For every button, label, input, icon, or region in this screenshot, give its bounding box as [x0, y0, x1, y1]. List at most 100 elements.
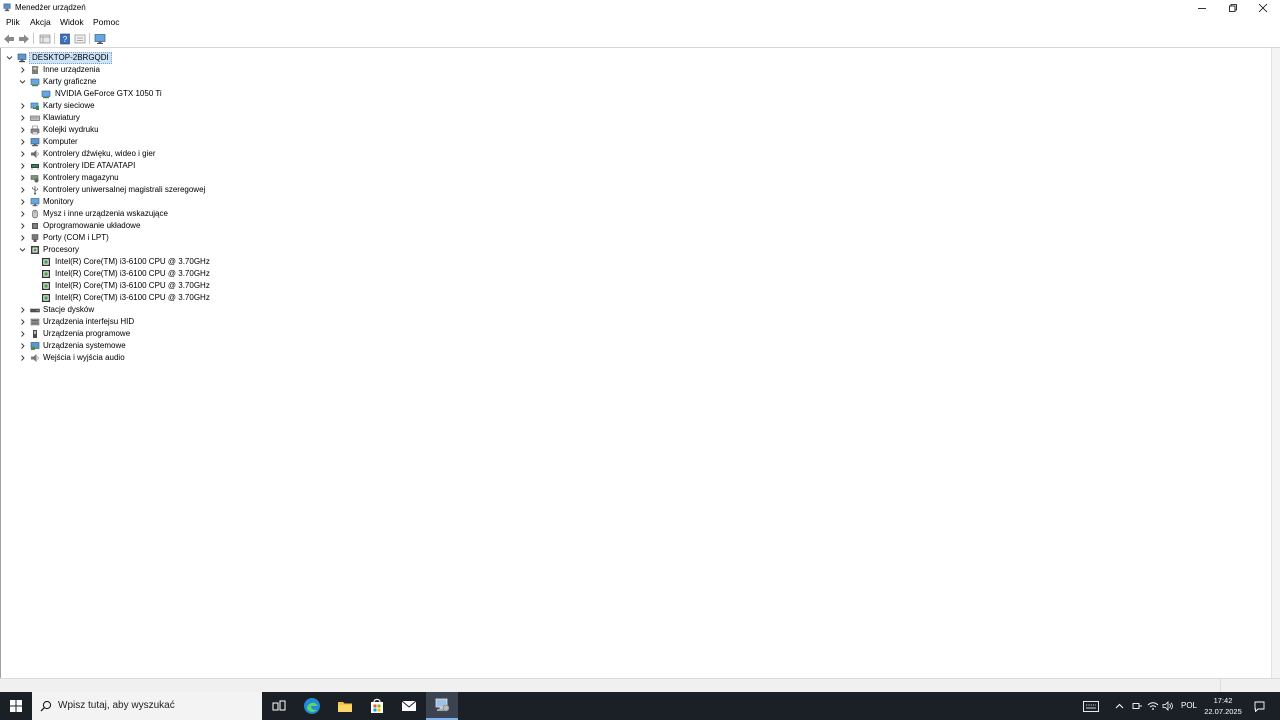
chevron-right-icon[interactable]	[18, 196, 27, 208]
tree-category-urzadzenia-systemowe[interactable]: Urządzenia systemowe	[18, 340, 278, 352]
chevron-right-icon[interactable]	[18, 340, 27, 352]
chevron-right-icon[interactable]	[18, 316, 27, 328]
tree-category-kolejki-wydruku[interactable]: Kolejki wydruku	[18, 124, 278, 136]
tree-category-wejscia-i-wyjscia-audio[interactable]: Wejścia i wyjścia audio	[18, 352, 278, 364]
arrow-left-icon	[3, 34, 14, 43]
properties-button[interactable]	[73, 32, 86, 45]
search-placeholder: Wpisz tutaj, aby wyszukać	[58, 700, 175, 711]
chevron-right-icon[interactable]	[18, 148, 27, 160]
tree-root[interactable]: DESKTOP-2BRGQDI	[5, 52, 205, 64]
keyboard-tray-icon	[1083, 700, 1099, 712]
tree-category-label: Komputer	[43, 137, 78, 146]
chevron-right-icon[interactable]	[18, 352, 27, 364]
tree-category-komputer[interactable]: Komputer	[18, 136, 278, 148]
taskbar-search-box[interactable]: Wpisz tutaj, aby wyszukać	[32, 692, 262, 720]
action-center-button[interactable]	[1250, 692, 1268, 720]
network-tray-button[interactable]	[1146, 692, 1160, 720]
menu-action[interactable]: Akcja	[30, 17, 51, 27]
tree-category-kontrolery-magazynu[interactable]: Kontrolery magazynu	[18, 172, 278, 184]
tree-category-stacje-dyskow[interactable]: Stacje dysków	[18, 304, 278, 316]
chevron-right-icon[interactable]	[18, 172, 27, 184]
tree-category-urzadzenia-interfejsu-hid[interactable]: Urządzenia interfejsu HID	[18, 316, 278, 328]
tree-category-label: Oprogramowanie układowe	[43, 221, 141, 230]
taskbar: Wpisz tutaj, aby wyszukać POL 17:42 22.0…	[0, 692, 1280, 720]
chevron-right-icon[interactable]	[18, 232, 27, 244]
tree-category-urzadzenia-programowe[interactable]: Urządzenia programowe	[18, 328, 278, 340]
task-view-button[interactable]	[264, 692, 294, 720]
menu-view[interactable]: Widok	[60, 17, 84, 27]
chevron-right-icon[interactable]	[18, 112, 27, 124]
back-button[interactable]	[2, 32, 15, 45]
chevron-right-icon[interactable]	[18, 304, 27, 316]
forward-button[interactable]	[17, 32, 30, 45]
show-hide-console-tree-button[interactable]	[38, 32, 51, 45]
input-indicator-button[interactable]	[1080, 692, 1102, 720]
software-device-icon	[33, 330, 37, 338]
tree-category-kontrolery-uniwersalnej-magistrali-szeregowej[interactable]: Kontrolery uniwersalnej magistrali szere…	[18, 184, 278, 196]
audio-io-icon	[31, 354, 39, 362]
tree-category-procesory[interactable]: Procesory	[18, 244, 278, 256]
device-manager-icon	[3, 3, 11, 12]
tree-category-porty-com-i-lpt[interactable]: Porty (COM i LPT)	[18, 232, 278, 244]
task-view-icon	[272, 700, 286, 711]
chevron-right-icon[interactable]	[18, 208, 27, 220]
tree-category-label: Stacje dysków	[43, 305, 95, 314]
device-tree: DESKTOP-2BRGQDI ? Inne urządzenia Karty gr…	[0, 48, 1273, 678]
gpu-device-icon	[41, 90, 51, 99]
minimize-button[interactable]	[1187, 0, 1217, 15]
cpu-device-icon	[42, 282, 50, 290]
file-explorer-taskbar-button[interactable]	[330, 692, 360, 720]
chevron-down-icon[interactable]	[18, 76, 27, 88]
tree-category-karty-graficzne[interactable]: Karty graficzne	[18, 76, 278, 88]
processor-icon	[31, 246, 39, 254]
chevron-right-icon[interactable]	[18, 124, 27, 136]
tree-category-label: Mysz i inne urządzenia wskazujące	[43, 209, 168, 218]
chevron-right-icon[interactable]	[18, 184, 27, 196]
device-manager-taskbar-button[interactable]	[426, 692, 458, 720]
tree-device-item[interactable]: Intel(R) Core(TM) i3-6100 CPU @ 3.70GHz	[41, 256, 301, 268]
chevron-down-icon[interactable]	[18, 244, 27, 256]
tree-device-item[interactable]: NVIDIA GeForce GTX 1050 Ti	[41, 88, 301, 100]
menu-help[interactable]: Pomoc	[93, 17, 119, 27]
language-indicator[interactable]: POL	[1181, 701, 1197, 710]
start-button[interactable]	[0, 692, 32, 720]
menu-file[interactable]: Plik	[6, 17, 20, 27]
edge-browser-icon	[304, 698, 320, 714]
chevron-down-icon[interactable]	[5, 52, 14, 64]
tree-category-kontrolery-ide-ata-atapi[interactable]: Kontrolery IDE ATA/ATAPI	[18, 160, 278, 172]
volume-tray-button[interactable]	[1161, 692, 1175, 720]
tree-category-kontrolery-dzwieku-wideo-i-gier[interactable]: Kontrolery dźwięku, wideo i gier	[18, 148, 278, 160]
chevron-right-icon[interactable]	[18, 64, 27, 76]
mail-envelope-icon	[401, 700, 417, 711]
chevron-right-icon[interactable]	[18, 160, 27, 172]
tree-category-mysz-i-inne-urzadzenia-wskazujace[interactable]: Mysz i inne urządzenia wskazujące	[18, 208, 278, 220]
tree-category-label: Karty graficzne	[43, 77, 97, 86]
chevron-right-icon[interactable]	[18, 328, 27, 340]
status-bar	[0, 678, 1280, 692]
store-taskbar-button[interactable]	[362, 692, 392, 720]
tree-category-label: Kontrolery IDE ATA/ATAPI	[43, 161, 136, 170]
edge-taskbar-button[interactable]	[296, 692, 328, 720]
help-button[interactable]: ?	[58, 32, 71, 45]
scan-hardware-button[interactable]	[94, 32, 107, 45]
tree-device-item[interactable]: Intel(R) Core(TM) i3-6100 CPU @ 3.70GHz	[41, 268, 301, 280]
tree-device-item[interactable]: Intel(R) Core(TM) i3-6100 CPU @ 3.70GHz	[41, 292, 301, 304]
tree-category-karty-sieciowe[interactable]: Karty sieciowe	[18, 100, 278, 112]
chevron-right-icon[interactable]	[18, 100, 27, 112]
power-tray-button[interactable]	[1130, 692, 1144, 720]
vertical-scrollbar[interactable]	[1271, 48, 1280, 678]
tree-category-oprogramowanie-ukladowe[interactable]: Oprogramowanie układowe	[18, 220, 278, 232]
tree-category-inne-urzadzenia[interactable]: ? Inne urządzenia	[18, 64, 278, 76]
tree-category-monitory[interactable]: Monitory	[18, 196, 278, 208]
close-button[interactable]	[1248, 0, 1278, 15]
show-hidden-icons-button[interactable]	[1112, 692, 1126, 720]
restore-button[interactable]	[1218, 0, 1248, 15]
tree-category-klawiatury[interactable]: Klawiatury	[18, 112, 278, 124]
svg-text:?: ?	[62, 35, 67, 44]
chevron-right-icon[interactable]	[18, 136, 27, 148]
tree-device-item[interactable]: Intel(R) Core(TM) i3-6100 CPU @ 3.70GHz	[41, 280, 301, 292]
tree-category-label: Wejścia i wyjścia audio	[43, 353, 125, 362]
chevron-right-icon[interactable]	[18, 220, 27, 232]
mail-taskbar-button[interactable]	[394, 692, 424, 720]
clock[interactable]: 17:42 22.07.2025	[1200, 695, 1246, 717]
